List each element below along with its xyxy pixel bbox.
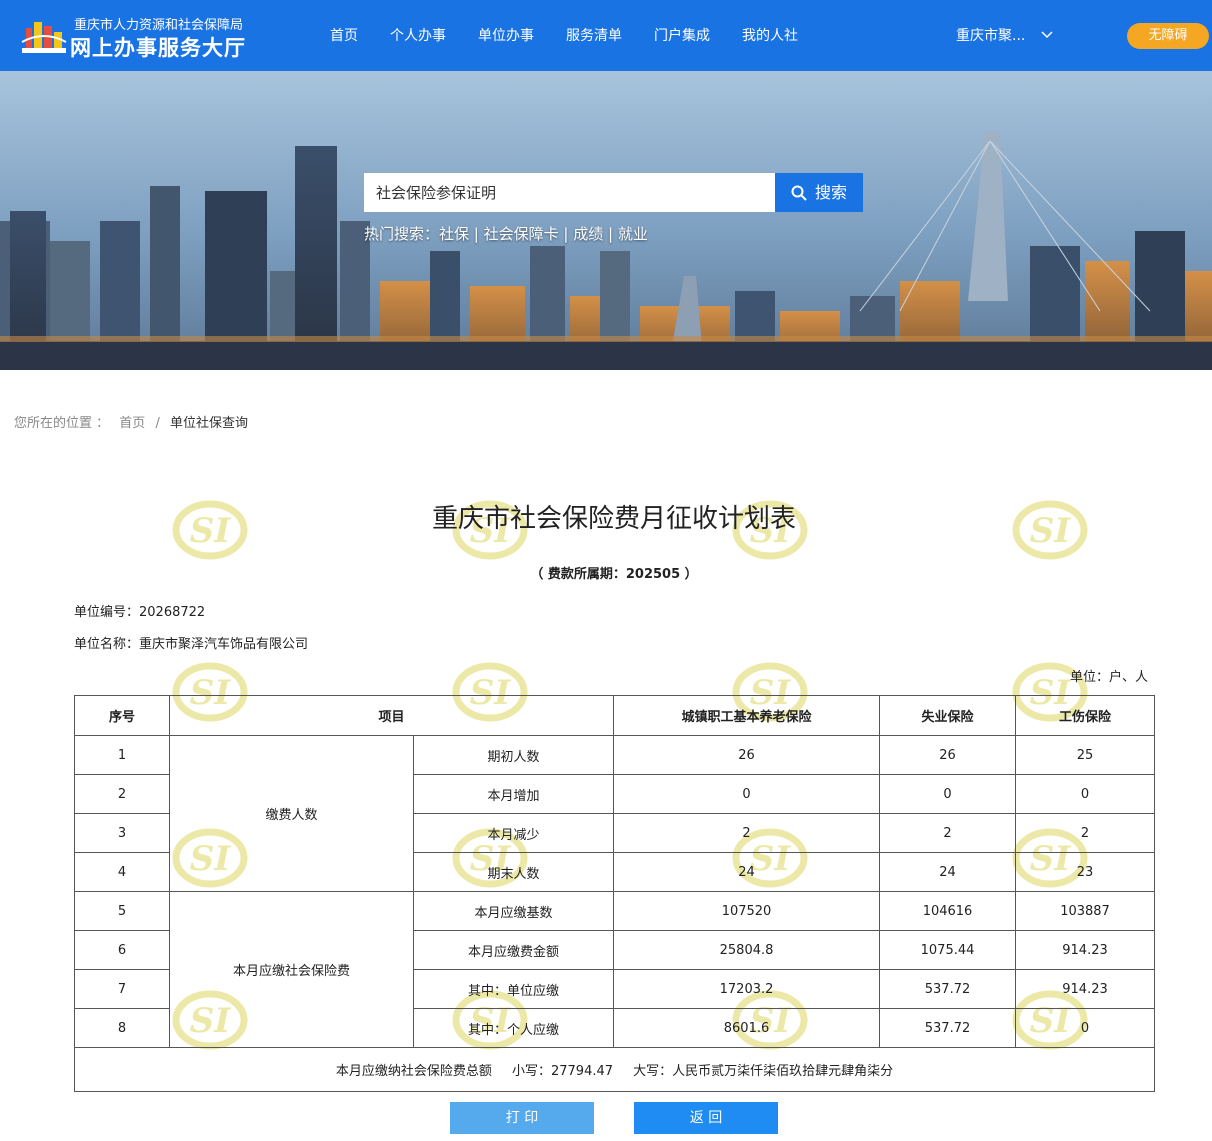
group-label: 缴费人数 [169, 735, 414, 892]
row-number: 7 [74, 969, 170, 1009]
search-icon [791, 185, 807, 201]
bureau-logo-icon [21, 22, 67, 53]
row-item: 本月应缴费金额 [412, 930, 615, 970]
pension-value: 2 [613, 813, 881, 853]
accessibility-button[interactable]: 无障碍 [1127, 23, 1209, 49]
injury-value: 0 [1015, 1008, 1156, 1048]
unemployment-value: 1075.44 [879, 930, 1017, 970]
row-number: 1 [74, 735, 170, 775]
table-row: 1 缴费人数 期初人数 26 26 25 [74, 735, 1156, 892]
table-header-row: 序号 项目 城镇职工基本养老保险 失业保险 工伤保险 [74, 695, 1156, 736]
unemployment-value: 26 [879, 735, 1017, 775]
row-number: 8 [74, 1008, 170, 1048]
unemployment-value: 0 [879, 774, 1017, 814]
fee-period: （ 费款所属期：202505 ） [530, 567, 698, 582]
measure-units: 单位：户、人 [1070, 670, 1149, 685]
injury-value: 914.23 [1015, 930, 1156, 970]
row-number: 6 [74, 930, 170, 970]
search-button[interactable]: 搜索 [775, 173, 863, 212]
row-item: 期末人数 [412, 852, 615, 892]
pension-value: 25804.8 [613, 930, 881, 970]
back-button[interactable]: 返 回 [634, 1102, 778, 1134]
row-item: 本月应缴基数 [412, 891, 615, 931]
search-button-label: 搜索 [815, 183, 848, 202]
row-number: 3 [74, 813, 170, 853]
unemployment-value: 24 [879, 852, 1017, 892]
nav-personal-services[interactable]: 个人办事 [390, 0, 446, 71]
header-cell: 失业保险 [879, 695, 1017, 736]
unemployment-value: 2 [879, 813, 1017, 853]
group-label: 本月应缴社会保险费 [169, 891, 414, 1048]
pension-value: 0 [613, 774, 881, 814]
header-cell: 序号 [74, 695, 170, 736]
breadcrumb: 您所在的位置 ： 首页 / 单位社保查询 [14, 412, 248, 431]
hall-name: 网上办事服务大厅 [70, 36, 246, 60]
breadcrumb-current: 单位社保查询 [169, 416, 248, 431]
pension-value: 26 [613, 735, 881, 775]
header-cell: 工伤保险 [1015, 695, 1156, 736]
chevron-down-icon[interactable] [1041, 30, 1053, 40]
top-header: 重庆市人力资源和社会保障局 网上办事服务大厅 首页 个人办事 单位办事 服务清单… [0, 0, 1212, 71]
row-number: 5 [74, 891, 170, 931]
breadcrumb-prefix: 您所在的位置 ： [14, 416, 110, 431]
breadcrumb-home[interactable]: 首页 [119, 416, 145, 431]
row-item: 期初人数 [412, 735, 615, 775]
hot-search-separator: | [558, 225, 574, 243]
row-item: 其中：单位应缴 [412, 969, 615, 1009]
unit-number: 单位编号：20268722 [74, 605, 206, 620]
city-banner [0, 71, 1212, 370]
total-small: 小写：27794.47 [511, 1064, 614, 1079]
pension-value: 24 [613, 852, 881, 892]
unemployment-value: 537.72 [879, 969, 1017, 1009]
pension-value: 107520 [613, 891, 881, 931]
nav-home[interactable]: 首页 [330, 0, 358, 71]
table-row: 5 本月应缴社会保险费 本月应缴基数 107520 104616 103887 [74, 891, 1156, 1048]
unit-name: 单位名称：重庆市聚泽汽车饰品有限公司 [74, 637, 309, 652]
injury-value: 103887 [1015, 891, 1156, 931]
unemployment-value: 104616 [879, 891, 1017, 931]
row-item: 本月增加 [412, 774, 615, 814]
total-label: 本月应缴纳社会保险费总额 [335, 1064, 492, 1079]
hot-search-link[interactable]: 社会保障卡 [484, 225, 559, 243]
total-cell: 本月应缴纳社会保险费总额 小写：27794.47 大写：人民币贰万柒仟柒佰玖拾肆… [73, 1047, 1156, 1092]
nav-my-hrss[interactable]: 我的人社 [742, 0, 798, 71]
injury-value: 2 [1015, 813, 1156, 853]
row-number: 2 [74, 774, 170, 814]
hot-search-link[interactable]: 社保 [439, 225, 469, 243]
collection-plan-table: 序号 项目 城镇职工基本养老保险 失业保险 工伤保险 1 缴费人数 期初人数 2… [73, 695, 1156, 1092]
nav-portal-integration[interactable]: 门户集成 [654, 0, 710, 71]
breadcrumb-separator: / [155, 416, 160, 431]
hot-search-separator: | [469, 225, 484, 243]
city-selector[interactable]: 重庆市聚... [956, 0, 1025, 71]
injury-value: 0 [1015, 774, 1156, 814]
hot-search-link[interactable]: 就业 [618, 225, 648, 243]
header-cell: 项目 [168, 695, 615, 736]
injury-value: 23 [1015, 852, 1156, 892]
nav-unit-services[interactable]: 单位办事 [478, 0, 534, 71]
hot-search-link[interactable]: 成绩 [573, 225, 603, 243]
banner-overlay [0, 71, 1212, 370]
search-input[interactable] [364, 173, 775, 212]
document-title: 重庆市社会保险费月征收计划表 [431, 504, 796, 534]
header-cell: 城镇职工基本养老保险 [613, 695, 881, 736]
injury-value: 25 [1015, 735, 1156, 775]
nav-service-list[interactable]: 服务清单 [566, 0, 622, 71]
hot-searches: 热门搜索：社保 | 社会保障卡 | 成绩 | 就业 [364, 223, 648, 244]
row-item: 本月减少 [412, 813, 615, 853]
row-item: 其中：个人应缴 [412, 1008, 615, 1048]
total-big: 大写：人民币贰万柒仟柒佰玖拾肆元肆角柒分 [633, 1064, 894, 1079]
pension-value: 17203.2 [613, 969, 881, 1009]
org-name: 重庆市人力资源和社会保障局 [74, 18, 244, 33]
unemployment-value: 537.72 [879, 1008, 1017, 1048]
row-number: 4 [74, 852, 170, 892]
print-button[interactable]: 打 印 [450, 1102, 594, 1134]
injury-value: 914.23 [1015, 969, 1156, 1009]
total-row: 本月应缴纳社会保险费总额 小写：27794.47 大写：人民币贰万柒仟柒佰玖拾肆… [73, 1047, 1156, 1092]
hot-search-prefix: 热门搜索： [364, 225, 440, 243]
hot-search-separator: | [603, 225, 618, 243]
pension-value: 8601.6 [613, 1008, 881, 1048]
